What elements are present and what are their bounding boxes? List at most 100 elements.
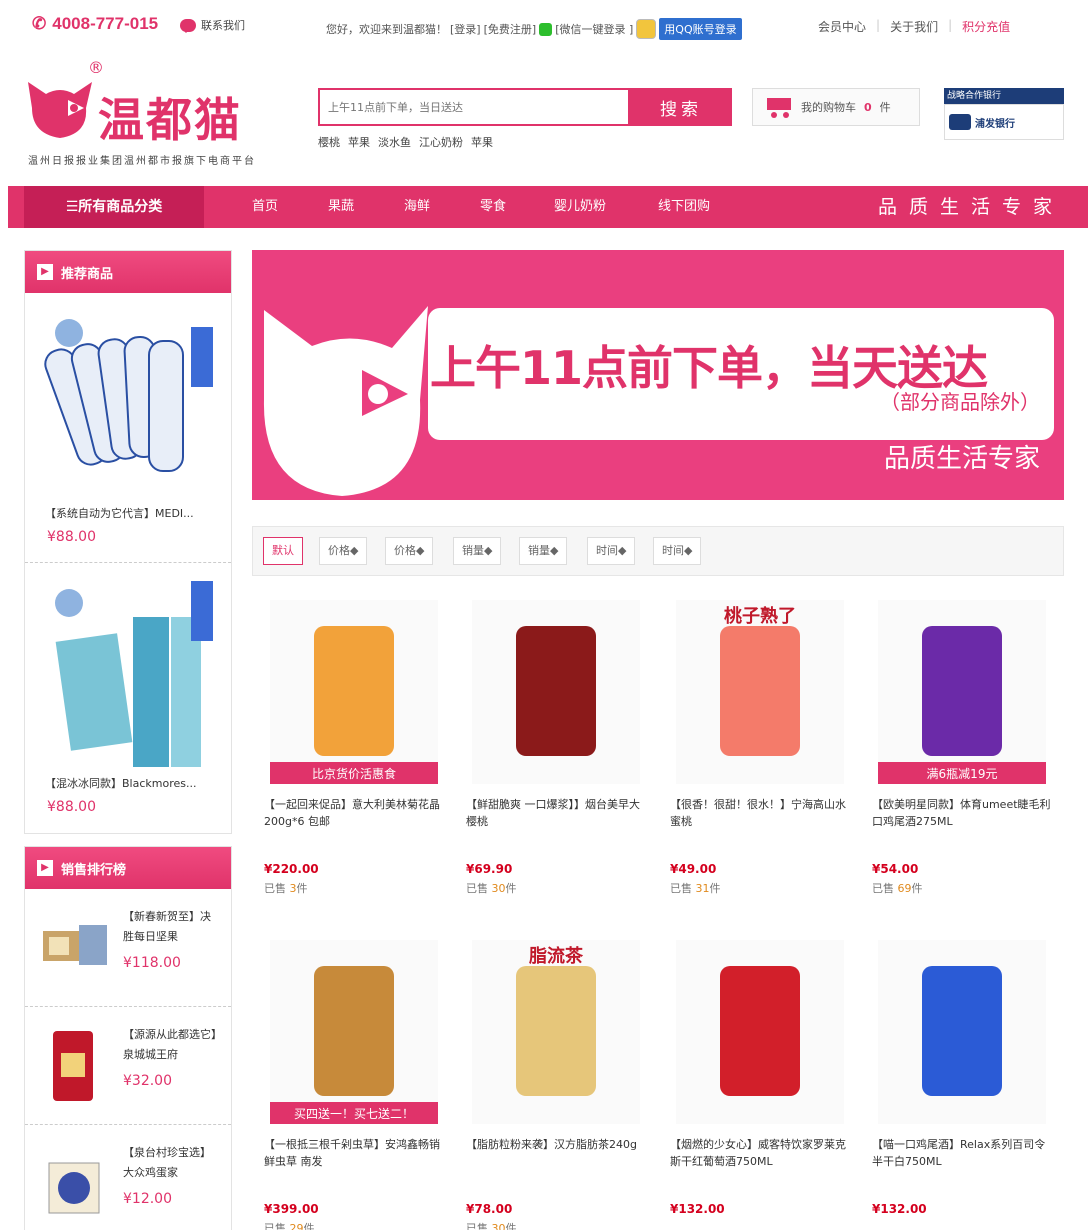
product-image[interactable]: 满6瓶减19元 [878,600,1046,784]
product-name[interactable]: 【喵一口鸡尾酒】Relax系列百司令半干白750ML [872,1136,1054,1170]
hot-keyword[interactable]: 淡水鱼 [378,134,411,150]
sold-number: 30 [491,1222,506,1230]
welcome-area: 您好，欢迎来到温都猫！ [登录] [免费注册] [微信一键登录 ] 用QQ账号登… [326,18,742,40]
partner-bank[interactable]: 战略合作银行 浦发银行 [944,88,1064,140]
product-card[interactable]: 【鲜甜脆爽 一口爆浆】】烟台美早大樱桃 ¥69.90 已售 30件 [456,600,646,900]
product-name[interactable]: 【系统自动为它代言】MEDI... [45,505,225,521]
qq-icon[interactable] [636,19,657,39]
product-image[interactable]: 脂流茶 [472,940,640,1124]
list-item[interactable]: 【系统自动为它代言】MEDI... ¥88.00 [25,293,231,563]
member-center-link[interactable]: 会员中心 [818,18,866,35]
product-price: ¥399.00 [264,1202,319,1216]
nav-item-baby-formula[interactable]: 婴儿奶粉 [554,186,606,228]
product-card[interactable]: 桃子熟了 【很香！很甜！很水！】宁海高山水蜜桃 ¥49.00 已售 31件 [660,600,850,900]
sold-number: 29 [289,1222,304,1230]
product-name[interactable]: 【脂肪粒粉来袭】汉方脂肪茶240g [466,1136,648,1153]
product-price: ¥88.00 [47,529,96,545]
product-name[interactable]: 【鲜甜脆爽 一口爆浆】】烟台美早大樱桃 [466,796,648,830]
sort-time-asc[interactable]: 时间◆ [587,537,636,565]
contact-link[interactable]: 联系我们 [180,17,245,33]
banner-motto: 品质生活专家 [883,444,1040,474]
brand-name: 温都猫 [98,93,242,147]
list-item[interactable]: 【泉台村珍宝选】大众鸡蛋家 ¥12.00 [25,1125,231,1230]
product-name[interactable]: 【欧美明星同款】体育umeet睫毛利口鸡尾酒275ML [872,796,1054,830]
bank-name: 浦发银行 [975,118,1015,130]
points-recharge-link[interactable]: 积分充值 [962,18,1010,35]
nav-item-group-buy[interactable]: 线下团购 [658,186,710,228]
site-logo[interactable]: ® 温都猫 温州日报报业集团温州都市报旗下电商平台 [24,58,284,168]
recommend-header: ▶ 推荐商品 [25,251,231,293]
hot-keyword[interactable]: 苹果 [471,134,493,150]
product-card[interactable]: 比京货价活惠食 【一起回来促品】意大利美林菊花晶200g*6 包邮 ¥220.00 已… [254,600,444,900]
product-image[interactable] [878,940,1046,1124]
product-name[interactable]: 【混冰冰同款】Blackmores... [45,775,225,791]
promo-banner[interactable]: 上午11点前下单，当天送达 （部分商品除外） 品质生活专家 [252,250,1064,500]
all-categories-button[interactable]: ☰所有商品分类 [24,186,204,228]
nav-item-seafood[interactable]: 海鲜 [404,186,430,228]
cat-logo-icon [28,82,92,138]
product-image[interactable]: 桃子熟了 [676,600,844,784]
product-image[interactable]: 比京货价活惠食 [270,600,438,784]
sold-count: 已售 30件 [466,880,517,896]
sold-label: 已售 [466,1222,488,1230]
sort-sales-desc[interactable]: 销量◆ [519,537,568,565]
product-name[interactable]: 【很香！很甜！很水！】宁海高山水蜜桃 [670,796,852,830]
product-card[interactable]: 脂流茶【脂肪粒粉来袭】汉方脂肪茶240g ¥78.00 已售 30件 [456,940,646,1230]
product-image[interactable]: 买四送一！买七送二！ [270,940,438,1124]
sort-time-desc[interactable]: 时间◆ [653,537,702,565]
product-name[interactable]: 【新春新贺至】决胜每日坚果 [123,907,219,947]
product-name[interactable]: 【一起回来促品】意大利美林菊花晶200g*6 包邮 [264,796,446,830]
bank-icon [949,114,971,130]
sold-unit: 件 [505,882,517,895]
product-price: ¥78.00 [466,1202,513,1216]
product-card[interactable]: 【喵一口鸡尾酒】Relax系列百司令半干白750ML ¥132.00 [862,940,1052,1230]
ranking-panel: ▶ 销售排行榜 【新春新贺至】决胜每日坚果 ¥118.00 【源源从此都选它】泉… [24,846,232,1230]
search-input[interactable] [318,88,630,126]
nav-item-home[interactable]: 首页 [252,186,278,228]
product-price: ¥12.00 [123,1191,172,1207]
sold-unit: 件 [303,1222,315,1230]
list-item[interactable]: 【混冰冰同款】Blackmores... ¥88.00 [25,563,231,833]
hot-keyword[interactable]: 樱桃 [318,134,340,150]
sort-sales-asc[interactable]: 销量◆ [453,537,502,565]
recommend-panel: ▶ 推荐商品 【系统自动为它代言】MEDI... ¥88.00 【混冰冰同款】B… [24,250,232,834]
list-item[interactable]: 【源源从此都选它】泉城城王府 ¥32.00 [25,1007,231,1125]
product-name[interactable]: 【烟燃的少女心】威客特饮家罗莱克斯干红葡萄酒750ML [670,1136,852,1170]
product-card[interactable]: 【烟燃的少女心】威客特饮家罗莱克斯干红葡萄酒750ML ¥132.00 [660,940,850,1230]
product-price: ¥88.00 [47,799,96,815]
qq-login-button[interactable]: 用QQ账号登录 [659,18,742,40]
hot-keyword[interactable]: 苹果 [348,134,370,150]
product-name[interactable]: 【一根抵三根千剁虫草】安鸿鑫畅销鲜虫草 南发 [264,1136,446,1170]
cart-button[interactable]: 我的购物车 0 件 [752,88,920,126]
product-card[interactable]: 满6瓶减19元 【欧美明星同款】体育umeet睫毛利口鸡尾酒275ML ¥54.00… [862,600,1052,900]
product-card[interactable]: 买四送一！买七送二！ 【一根抵三根千剁虫草】安鸿鑫畅销鲜虫草 南发 ¥399.00 已… [254,940,444,1230]
product-image[interactable] [472,600,640,784]
wechat-icon[interactable] [539,22,553,36]
sold-number: 30 [491,882,506,895]
sold-unit: 件 [911,882,923,895]
image-caption: 桃子熟了 [724,605,796,627]
nav-item-produce[interactable]: 果蔬 [328,186,354,228]
product-name[interactable]: 【源源从此都选它】泉城城王府 [123,1025,219,1065]
search-button[interactable]: 搜索 [630,88,732,126]
list-item[interactable]: 【新春新贺至】决胜每日坚果 ¥118.00 [25,889,231,1007]
sort-default[interactable]: 默认 [263,537,303,565]
register-link[interactable]: [免费注册] [484,21,537,37]
about-us-link[interactable]: 关于我们 [890,18,938,35]
hot-keyword[interactable]: 江心奶粉 [419,134,463,150]
sort-price-desc[interactable]: 价格◆ [385,537,434,565]
image-caption: 脂流茶 [529,945,584,967]
divider: | [876,18,881,32]
product-image[interactable] [676,940,844,1124]
sold-unit: 件 [709,882,721,895]
product-name[interactable]: 【泉台村珍宝选】大众鸡蛋家 [123,1143,219,1183]
sold-count: 已售 69件 [872,880,923,896]
top-bar: ✆ 4008-777-015 联系我们 您好，欢迎来到温都猫！ [登录] [免费… [0,0,1088,44]
ranking-header: ▶ 销售排行榜 [25,847,231,889]
sort-price-asc[interactable]: 价格◆ [319,537,368,565]
login-link[interactable]: [登录] [450,21,481,37]
wechat-login-link[interactable]: [微信一键登录 ] [555,21,633,37]
sold-number: 31 [695,882,710,895]
nav-item-snacks[interactable]: 零食 [480,186,506,228]
sold-count: 已售 30件 [466,1220,517,1230]
